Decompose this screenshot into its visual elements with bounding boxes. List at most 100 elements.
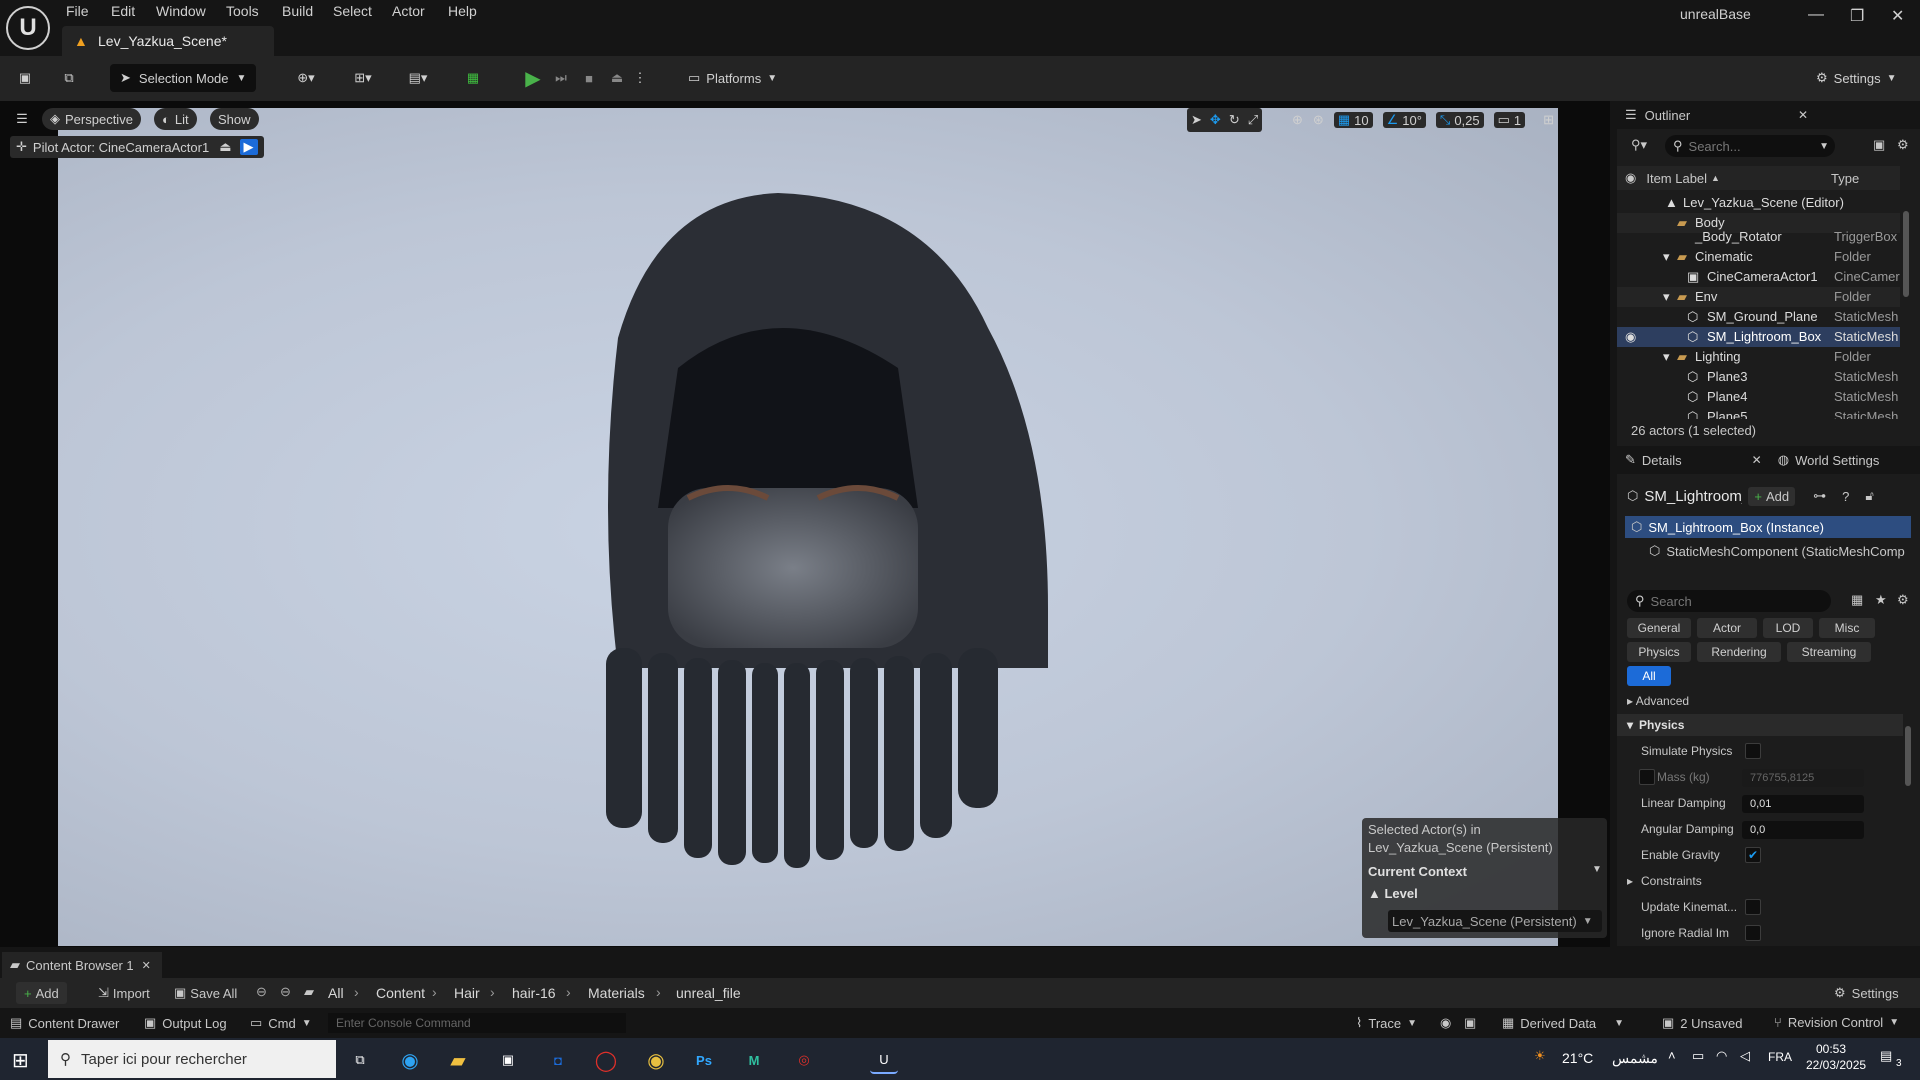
blueprint-icon[interactable]: ⊶ (1813, 488, 1826, 504)
close-icon[interactable]: ✕ (142, 959, 151, 972)
expand-icon[interactable]: ▾ (1663, 349, 1670, 365)
physics-section-header[interactable]: ▾ Physics (1617, 714, 1903, 736)
component-row[interactable]: ⬡ StaticMeshComponent (StaticMeshComp (1649, 540, 1911, 562)
settings-dropdown[interactable]: ⚙ Settings ▼ (1812, 64, 1912, 92)
menu-select[interactable]: Select (333, 3, 372, 19)
lit-button[interactable]: ◐ Lit (154, 108, 197, 130)
grid-snap[interactable]: ▦ 10 (1333, 112, 1373, 128)
maximize-icon[interactable]: ❐ (1850, 6, 1864, 26)
close-icon[interactable]: ✕ (1798, 108, 1808, 122)
unsaved-button[interactable]: ▣ 2 Unsaved (1662, 1015, 1742, 1031)
clock-time[interactable]: 00:53 (1816, 1042, 1846, 1056)
stop-icon[interactable]: ■ (576, 64, 602, 92)
advanced-section[interactable]: ▸ Advanced (1627, 694, 1689, 708)
chevron-down-icon[interactable]: ▼ (1592, 864, 1602, 875)
breadcrumb-all[interactable]: All (328, 985, 344, 1001)
filter-streaming[interactable]: Streaming (1787, 642, 1871, 662)
document-tab[interactable]: ▲ Lev_Yazkua_Scene* (62, 26, 274, 56)
outliner-row[interactable]: ▣ CineCameraActor1 CineCamera (1617, 267, 1900, 287)
breadcrumb-content[interactable]: Content (376, 985, 425, 1001)
outliner-search-input[interactable]: ⚲ Search... ▼ (1665, 135, 1835, 157)
cb-import-button[interactable]: ⇲ Import (98, 985, 150, 1001)
platforms-dropdown[interactable]: ▭ Platforms ▼ (684, 64, 784, 92)
blueprint-icon[interactable]: ⊞▾ (343, 64, 383, 92)
viewport-layout-icon[interactable]: ⊞ (1543, 112, 1554, 128)
breadcrumb-hair[interactable]: Hair (454, 985, 480, 1001)
filter-rendering[interactable]: Rendering (1697, 642, 1781, 662)
cmd-dropdown[interactable]: ▭ Cmd ▼ (250, 1015, 312, 1031)
translate-icon[interactable]: ✥ (1210, 112, 1221, 128)
scale-snap[interactable]: ⤡ 0,25 (1435, 112, 1484, 128)
filter-misc[interactable]: Misc (1819, 618, 1875, 638)
wifi-icon[interactable]: ◠ (1716, 1048, 1727, 1064)
breadcrumb-hair-16[interactable]: hair-16 (512, 985, 556, 1001)
notification-icon[interactable]: ▤ (1880, 1048, 1892, 1064)
rotate-icon[interactable]: ↻ (1229, 112, 1240, 128)
visibility-icon[interactable]: ◉ (1625, 329, 1636, 345)
filter-general[interactable]: General (1627, 618, 1691, 638)
cb-add-button[interactable]: + Add (16, 982, 67, 1004)
outliner-row[interactable]: ▾ ▰ Cinematic Folder (1617, 247, 1900, 267)
folder-icon[interactable]: ▰ (304, 984, 314, 1000)
save-icon[interactable]: ▣ (12, 64, 38, 92)
lock-icon[interactable]: 🔓︎ (1865, 488, 1873, 504)
console-input[interactable]: Enter Console Command (328, 1013, 626, 1033)
unreal-logo-icon[interactable]: U (6, 6, 50, 50)
battery-icon[interactable]: ▭ (1692, 1048, 1704, 1064)
help-icon[interactable]: ? (1842, 489, 1849, 504)
filter-all[interactable]: All (1627, 666, 1671, 686)
ignore-radial-checkbox[interactable] (1745, 925, 1761, 941)
rotation-snap[interactable]: ∠ 10° (1382, 112, 1426, 128)
col-item-label[interactable]: Item Label (1646, 171, 1707, 186)
browse-icon[interactable]: ⧉ (56, 64, 82, 92)
linear-damping-field[interactable]: 0,01 (1742, 795, 1864, 813)
file-explorer-icon[interactable]: ▰ (444, 1046, 472, 1074)
add-content-icon[interactable]: ⊕▾ (286, 64, 326, 92)
simulate-physics-checkbox[interactable] (1745, 743, 1761, 759)
forward-icon[interactable]: ⊖ (280, 984, 291, 1000)
expand-icon[interactable]: ▾ (1663, 249, 1670, 265)
opera-icon[interactable]: ◯ (592, 1046, 620, 1074)
app-icon[interactable]: ◎ (790, 1046, 818, 1074)
edge-icon[interactable]: ◉ (396, 1046, 424, 1074)
record-icon[interactable]: ◉ (1440, 1015, 1451, 1031)
revision-control-dropdown[interactable]: ⑂ Revision Control ▼ (1774, 1015, 1899, 1030)
unreal-engine-icon[interactable]: U (870, 1046, 898, 1074)
menu-window[interactable]: Window (156, 3, 206, 19)
volume-icon[interactable]: ◁ (1740, 1048, 1750, 1064)
add-folder-icon[interactable]: ▣ (1873, 137, 1885, 153)
cinematics-icon[interactable]: ▤▾ (398, 64, 438, 92)
selection-mode-dropdown[interactable]: ➤ Selection Mode ▼ (110, 64, 256, 92)
world-settings-tab[interactable]: World Settings (1795, 453, 1879, 468)
gear-icon[interactable]: ⚙ (1897, 137, 1909, 153)
mass-override-checkbox[interactable] (1639, 769, 1655, 785)
close-icon[interactable]: ✕ (1752, 453, 1762, 467)
eject-icon[interactable]: ⏏ (604, 64, 630, 92)
select-icon[interactable]: ➤ (1191, 112, 1202, 128)
details-tab[interactable]: Details (1642, 453, 1682, 468)
hamburger-menu-icon[interactable]: ☰ (12, 108, 32, 130)
show-button[interactable]: Show (210, 108, 259, 130)
viewport-scene[interactable] (58, 108, 1558, 946)
component-instance-row[interactable]: ⬡ SM_Lightroom_Box (Instance) (1625, 516, 1911, 538)
outliner-scrollbar[interactable] (1903, 211, 1909, 297)
store-icon[interactable]: ▣ (494, 1046, 522, 1074)
update-kinematic-checkbox[interactable] (1745, 899, 1761, 915)
col-type[interactable]: Type (1831, 171, 1859, 186)
gear-icon[interactable]: ⚙ (1897, 592, 1909, 608)
angular-damping-field[interactable]: 0,0 (1742, 821, 1864, 839)
menu-edit[interactable]: Edit (111, 3, 135, 19)
step-icon[interactable]: ⏭ (548, 64, 574, 92)
expand-icon[interactable]: ▾ (1663, 289, 1670, 305)
scale-icon[interactable]: ⤢ (1248, 112, 1258, 128)
filter-actor[interactable]: Actor (1697, 618, 1757, 638)
output-log-button[interactable]: ▣ Output Log (144, 1015, 227, 1031)
filter-physics[interactable]: Physics (1627, 642, 1691, 662)
menu-actor[interactable]: Actor (392, 3, 425, 19)
mass-field[interactable]: 776755,8125 (1742, 769, 1864, 787)
language-indicator[interactable]: FRA (1768, 1050, 1792, 1064)
star-icon[interactable]: ★ (1875, 592, 1887, 608)
menu-build[interactable]: Build (282, 3, 313, 19)
menu-help[interactable]: Help (448, 3, 477, 19)
menu-tools[interactable]: Tools (226, 3, 259, 19)
